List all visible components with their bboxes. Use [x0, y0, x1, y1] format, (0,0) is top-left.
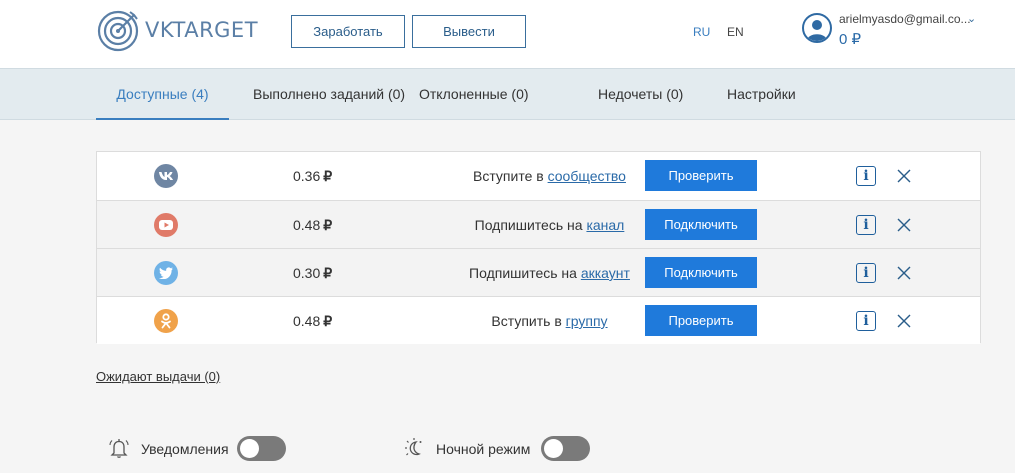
balance: 0 ₽ — [839, 31, 862, 48]
twitter-icon — [154, 261, 178, 285]
table-row: 0.30 ₽ Подпишитесь на аккаунт Подключить … — [97, 248, 980, 296]
tab-rejected[interactable]: Отклоненные (0) — [419, 69, 529, 120]
night-mode-toggle[interactable] — [541, 436, 590, 461]
connect-button[interactable]: Подключить — [645, 209, 757, 240]
header: VKTARGET Заработать Вывести RU EN arielm… — [0, 0, 1015, 68]
close-icon[interactable] — [896, 168, 912, 184]
task-price: 0.36 ₽ — [293, 168, 333, 184]
user-icon — [807, 20, 827, 41]
lang-ru-link[interactable]: RU — [693, 25, 710, 39]
notifications-label: Уведомления — [141, 441, 229, 457]
close-icon[interactable] — [896, 217, 912, 233]
tab-available[interactable]: Доступные (4) — [96, 69, 229, 120]
table-row: 0.48 ₽ Подпишитесь на канал Подключить i — [97, 200, 980, 248]
tab-settings[interactable]: Настройки — [727, 69, 796, 120]
table-row: 0.48 ₽ Вступить в группу Проверить i — [97, 296, 980, 344]
withdraw-button[interactable]: Вывести — [412, 15, 526, 48]
task-price: 0.48 ₽ — [293, 313, 333, 329]
task-link[interactable]: сообщество — [548, 168, 626, 184]
check-button[interactable]: Проверить — [645, 305, 757, 336]
earn-button[interactable]: Заработать — [291, 15, 405, 48]
task-link[interactable]: канал — [586, 217, 624, 233]
check-button[interactable]: Проверить — [645, 160, 757, 191]
task-link[interactable]: группу — [566, 313, 608, 329]
tab-completed[interactable]: Выполнено заданий (0) — [253, 69, 405, 120]
tab-shortcomings[interactable]: Недочеты (0) — [598, 69, 683, 120]
info-icon[interactable]: i — [856, 166, 876, 186]
target-logo-icon — [97, 10, 139, 52]
bell-icon — [109, 439, 129, 458]
lang-en-link[interactable]: EN — [727, 25, 744, 39]
avatar[interactable] — [802, 13, 832, 43]
task-table: 0.36 ₽ Вступите в сообщество Проверить i … — [96, 151, 981, 344]
youtube-icon — [154, 213, 178, 237]
task-link[interactable]: аккаунт — [581, 265, 630, 281]
info-icon[interactable]: i — [856, 311, 876, 331]
logo-text: VKTARGET — [145, 18, 259, 42]
waiting-issue-link[interactable]: Ожидают выдачи (0) — [96, 369, 220, 384]
night-mode-icon — [405, 438, 422, 456]
close-icon[interactable] — [896, 265, 912, 281]
task-price: 0.48 ₽ — [293, 217, 333, 233]
table-row: 0.36 ₽ Вступите в сообщество Проверить i — [97, 152, 980, 200]
chevron-down-icon[interactable]: ⌄ — [967, 12, 976, 25]
connect-button[interactable]: Подключить — [645, 257, 757, 288]
user-email[interactable]: arielmyasdo@gmail.co... — [839, 12, 971, 26]
logo[interactable]: VKTARGET — [97, 8, 258, 52]
night-mode-label: Ночной режим — [436, 441, 531, 457]
close-icon[interactable] — [896, 313, 912, 329]
task-price: 0.30 ₽ — [293, 265, 333, 281]
info-icon[interactable]: i — [856, 215, 876, 235]
notifications-toggle[interactable] — [237, 436, 286, 461]
tabs-bar: Доступные (4) Выполнено заданий (0) Откл… — [0, 68, 1015, 120]
odnoklassniki-icon — [154, 309, 178, 333]
info-icon[interactable]: i — [856, 263, 876, 283]
vk-icon — [154, 164, 178, 188]
